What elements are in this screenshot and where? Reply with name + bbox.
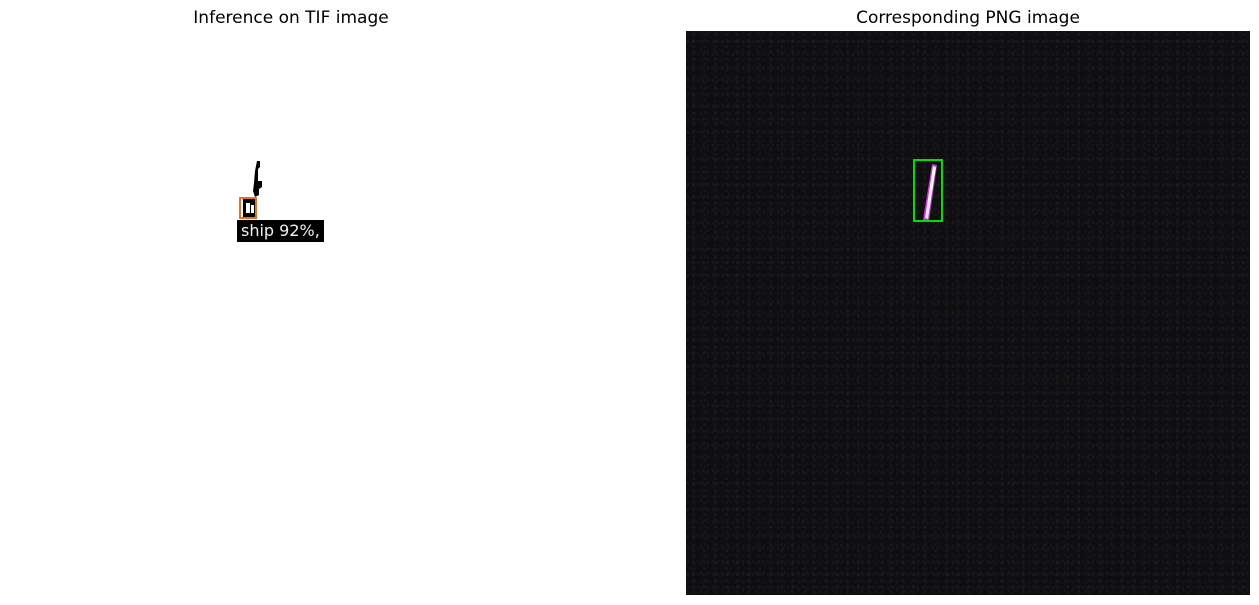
tif-ship-drawing xyxy=(239,161,262,219)
png-image-panel xyxy=(686,31,1250,595)
figure: Inference on TIF image Corresponding PNG… xyxy=(0,0,1259,605)
tif-image-panel: ship 92%, xyxy=(4,31,568,595)
png-ship-drawing xyxy=(913,159,943,222)
right-panel-title: Corresponding PNG image xyxy=(856,8,1080,28)
tif-detection-label: ship 92%, xyxy=(237,220,324,242)
left-panel-title: Inference on TIF image xyxy=(193,8,389,28)
